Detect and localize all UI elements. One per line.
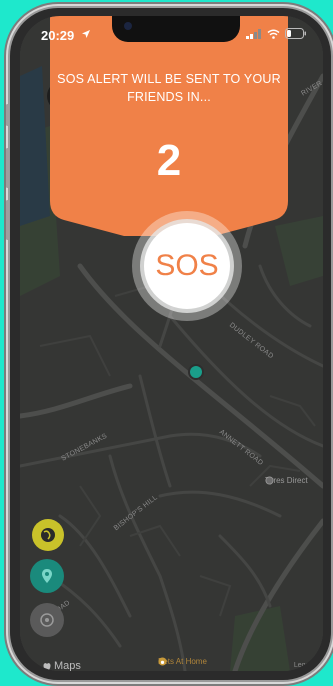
status-time: 20:29 (41, 28, 75, 43)
poi-tyres-direct[interactable]: Tyres Direct (265, 476, 308, 485)
weather-badge[interactable] (32, 519, 64, 551)
countdown-number: 2 (156, 136, 182, 185)
attribution-label: Maps (54, 660, 81, 671)
status-icons (246, 28, 307, 39)
battery-icon (285, 28, 306, 39)
location-arrow-icon (82, 30, 90, 38)
sos-button-ring: SOS (132, 211, 242, 321)
poi-pin-icon (265, 476, 274, 485)
volume-up-button (6, 148, 9, 188)
apple-maps-attribution: Maps (42, 660, 81, 671)
location-button[interactable] (30, 559, 64, 593)
camera-icon (124, 22, 132, 30)
mute-switch (6, 104, 9, 126)
poi-pets-at-home[interactable]: Pets At Home (158, 657, 207, 666)
sos-button[interactable]: SOS (144, 223, 230, 309)
volume-down-button (6, 200, 9, 240)
legal-link[interactable]: Legal (294, 662, 311, 669)
apple-logo-icon (43, 662, 51, 671)
user-location-dot (190, 366, 202, 378)
wifi-icon (267, 29, 280, 39)
notch (112, 16, 240, 42)
globe-icon (41, 528, 55, 542)
target-icon (40, 613, 54, 627)
map-pin-icon (42, 569, 52, 583)
paw-icon (158, 657, 167, 666)
status-bar: 20:29 (20, 16, 323, 50)
alert-message: SOS ALERT WILL BE SENT TO YOUR FRIENDS I… (57, 72, 281, 104)
signal-icon (246, 28, 261, 39)
screen: DUDLEY ROAD ANNETT ROAD STONEBANKS BISHO… (20, 16, 323, 671)
target-button[interactable] (30, 603, 64, 637)
